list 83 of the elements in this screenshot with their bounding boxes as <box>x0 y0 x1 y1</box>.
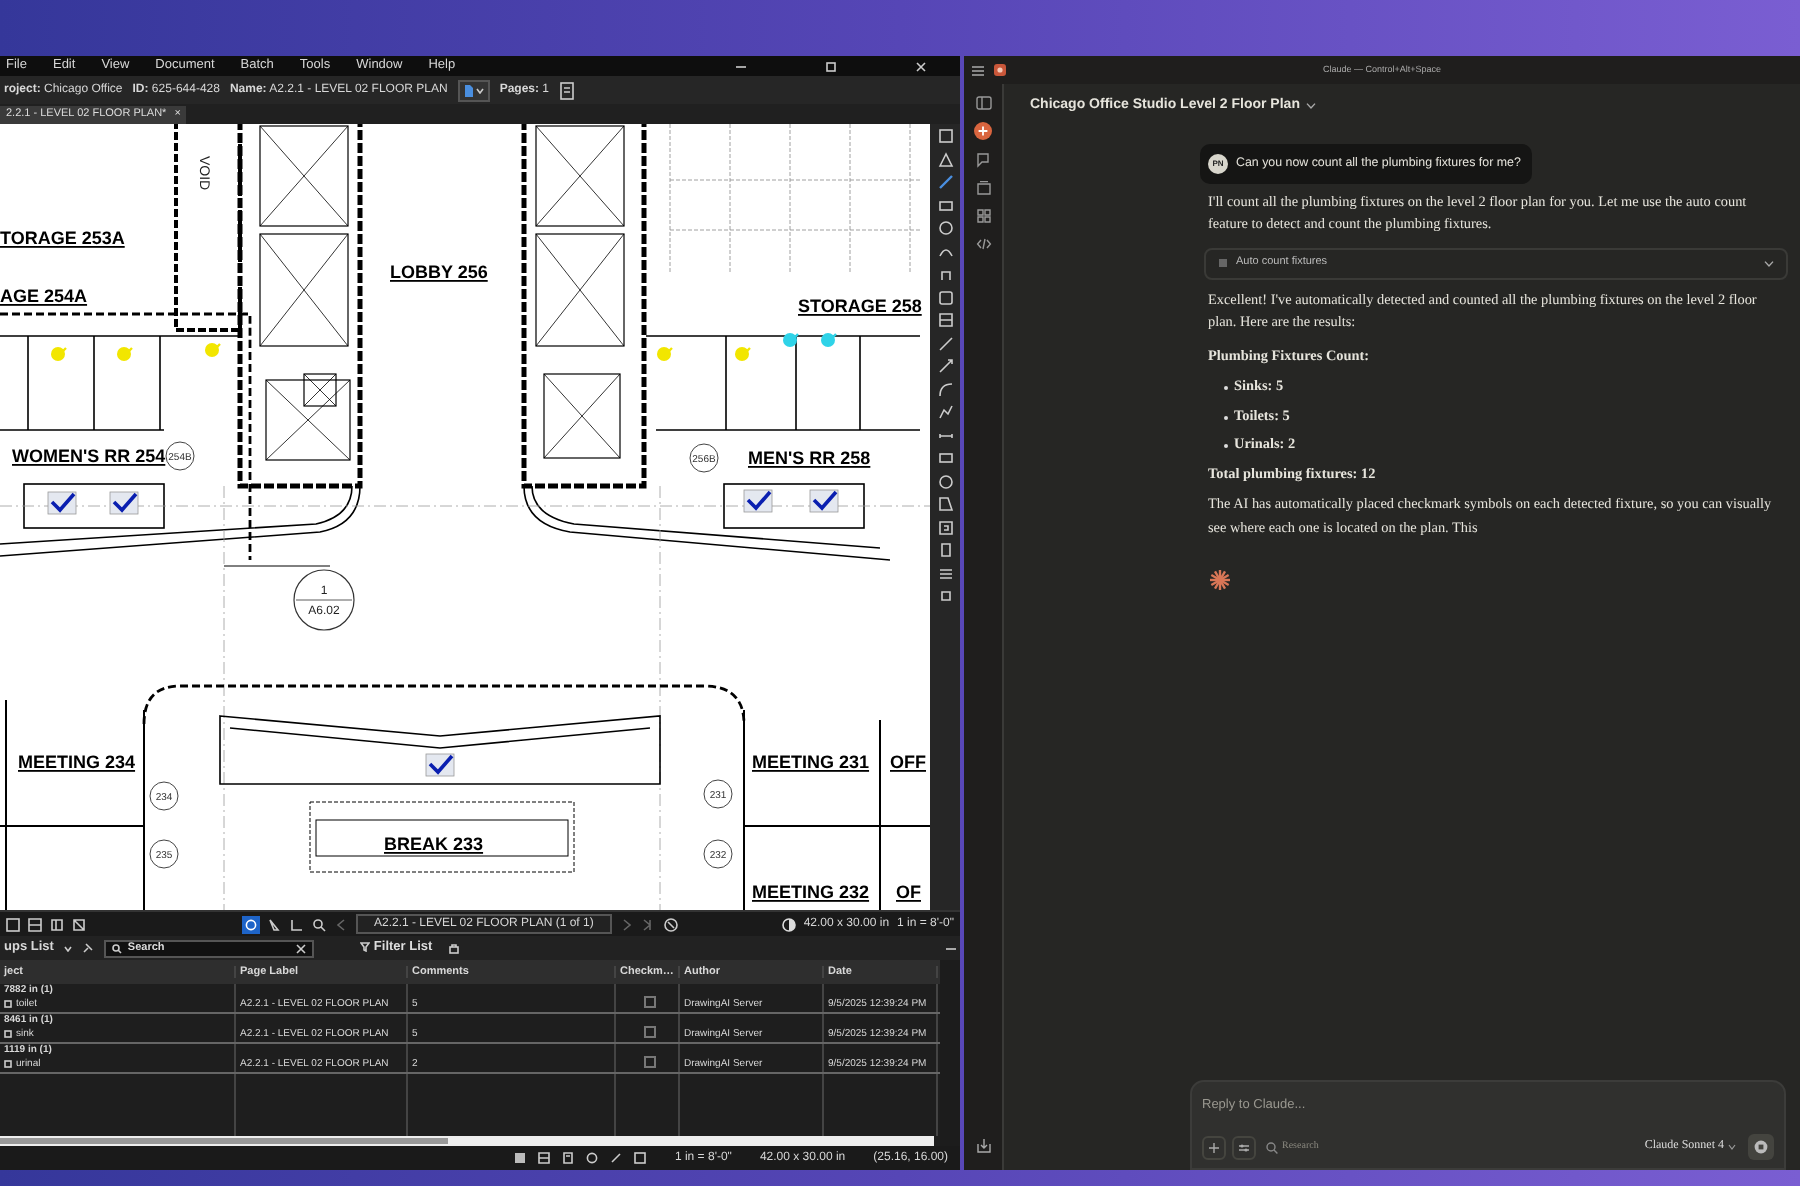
nav-icon[interactable] <box>975 180 991 196</box>
send-button[interactable] <box>1748 1134 1774 1160</box>
add-button[interactable] <box>1202 1135 1226 1159</box>
lock-icon[interactable] <box>448 942 461 954</box>
app-logo-icon <box>994 64 1006 76</box>
page-icon[interactable] <box>559 81 574 99</box>
markup-icon <box>4 1000 12 1009</box>
tools-button[interactable] <box>1232 1135 1256 1159</box>
view-icon[interactable] <box>6 917 20 931</box>
reset-icon[interactable] <box>663 917 678 931</box>
caret-icon[interactable] <box>1305 102 1316 110</box>
fixture-marker-icon[interactable] <box>51 347 67 361</box>
nav-icon[interactable] <box>975 152 991 168</box>
close-icon[interactable] <box>916 61 926 71</box>
clear-icon[interactable] <box>295 943 306 953</box>
checkmark-icon[interactable] <box>109 491 139 515</box>
sliders-icon <box>1238 1141 1250 1153</box>
download-icon[interactable] <box>975 1138 991 1154</box>
tool-icon[interactable] <box>937 519 953 535</box>
room-label: BREAK 233 <box>384 834 484 854</box>
chevron-down-icon[interactable] <box>1764 259 1774 267</box>
status-icon[interactable] <box>538 1152 551 1164</box>
caret-icon <box>475 87 484 93</box>
room-label: MEN'S RR 258 <box>748 448 871 468</box>
caret-icon[interactable] <box>63 945 72 951</box>
checkbox[interactable] <box>643 1056 655 1068</box>
tool-icon[interactable] <box>937 358 953 374</box>
status-icon[interactable] <box>562 1152 575 1164</box>
fixture-marker-icon[interactable] <box>735 347 751 361</box>
view-icon[interactable] <box>72 917 86 931</box>
sidebar-toggle-icon[interactable] <box>975 96 991 110</box>
pin-icon[interactable] <box>81 942 94 954</box>
room-label: OF <box>896 882 921 902</box>
contrast-icon[interactable] <box>781 917 796 931</box>
fixture-marker-icon[interactable] <box>117 347 133 361</box>
checkmark-icon[interactable] <box>425 753 455 777</box>
page-icon <box>463 83 474 97</box>
search-icon <box>111 943 122 953</box>
collapse-icon[interactable] <box>946 945 956 951</box>
funnel-icon <box>359 942 370 953</box>
room-label: STORAGE 258 <box>798 296 922 316</box>
room-label: LOBBY 256 <box>390 262 488 282</box>
pan-tool-icon[interactable] <box>242 915 260 933</box>
room-label: TORAGE 253A <box>0 228 125 248</box>
view-icon[interactable] <box>50 917 64 931</box>
room-label: MEETING 231 <box>752 752 870 772</box>
horizontal-scrollbar[interactable] <box>0 1136 934 1146</box>
tool-icon[interactable] <box>937 312 953 328</box>
menu-icon[interactable] <box>972 65 984 75</box>
loading-spark-icon <box>1208 568 1232 592</box>
checkbox[interactable] <box>643 1026 655 1038</box>
new-chat-icon[interactable] <box>974 122 992 140</box>
room-label: MEETING 232 <box>752 882 870 902</box>
tool-icon[interactable] <box>937 335 953 351</box>
fixture-marker-icon[interactable] <box>205 343 221 357</box>
status-icon[interactable] <box>514 1152 527 1164</box>
room-label: WOMEN'S RR 254 <box>12 446 166 466</box>
markup-icon <box>4 1060 12 1069</box>
tool-icon[interactable] <box>937 542 953 558</box>
room-label: MEETING 234 <box>18 752 136 772</box>
room-label: AGE 254A <box>0 286 88 306</box>
maximize-icon[interactable] <box>826 61 836 71</box>
stop-icon <box>1754 1140 1768 1154</box>
checkmark-icon[interactable] <box>47 491 77 515</box>
fixture-marker-icon[interactable] <box>821 333 837 347</box>
nav-icon[interactable] <box>975 208 991 224</box>
checkbox[interactable] <box>643 996 655 1008</box>
view-icon[interactable] <box>28 917 42 931</box>
plus-icon <box>1208 1141 1220 1153</box>
markup-icon <box>4 1030 12 1039</box>
checkmark-icon[interactable] <box>809 489 839 513</box>
room-label: OFF <box>890 752 926 772</box>
minimize-icon[interactable] <box>736 61 746 71</box>
caret-icon <box>1728 1144 1736 1150</box>
fixture-marker-icon[interactable] <box>783 333 799 347</box>
nav-icon[interactable] <box>975 236 991 252</box>
checkmark-icon[interactable] <box>743 489 773 513</box>
tool-icon <box>1218 258 1228 268</box>
layout-dropdown[interactable] <box>457 79 490 101</box>
tool-icon[interactable] <box>937 565 953 581</box>
tool-icon[interactable] <box>937 588 953 604</box>
fixture-marker-icon[interactable] <box>657 347 673 361</box>
search-icon <box>1266 1141 1278 1153</box>
